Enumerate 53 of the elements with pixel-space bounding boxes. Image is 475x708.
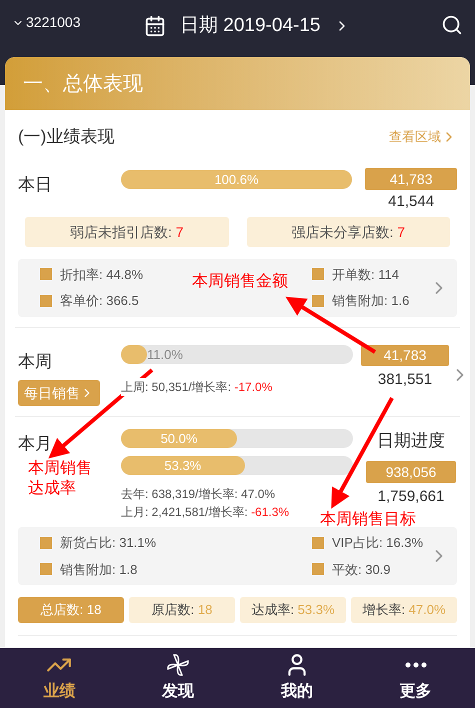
- annotation-text: 本周销售达成率: [28, 459, 93, 499]
- annotation-text: 本周销售目标: [320, 510, 416, 530]
- target-value: 1,759,661: [378, 487, 444, 507]
- subsection-title: (一)业绩表现: [18, 126, 114, 148]
- search-icon[interactable]: [441, 14, 463, 36]
- stat-text: 去年: 638,319/增长率: 47.0%: [121, 485, 276, 503]
- pinwheel-icon: [165, 652, 192, 678]
- percent-label: 11.0%: [147, 346, 183, 364]
- bullet-icon: [312, 268, 324, 280]
- stat-text: 上周: 50,351/增长率: -17.0%: [121, 378, 272, 396]
- target-value: 41,544: [388, 192, 434, 212]
- nav-tab[interactable]: 发现: [118, 648, 238, 708]
- metric-text: 开单数: 114: [332, 266, 399, 284]
- bullet-icon: [40, 294, 52, 307]
- more-icon: [404, 662, 427, 668]
- nav-tab[interactable]: 我的: [238, 648, 356, 708]
- period-label: 本周: [18, 350, 52, 372]
- date-progress-label: 日期进度: [377, 430, 445, 452]
- metric-text: 客单价: 366.5: [60, 292, 139, 310]
- annotation-text: 本周销售金额: [192, 272, 288, 292]
- summary-tab[interactable]: 增长率: 47.0%: [351, 597, 457, 623]
- metric-text: 平效: 30.9: [332, 560, 391, 578]
- section-header: 一、总体表现: [5, 57, 470, 110]
- bullet-icon: [312, 563, 324, 576]
- amount-badge: 41,783: [365, 168, 457, 190]
- percent-label: 50.0%: [160, 430, 198, 448]
- nav-tab[interactable]: 更多: [356, 648, 475, 708]
- metric-text: 销售附加: 1.8: [60, 560, 138, 578]
- metric-text: VIP占比: 16.3%: [332, 534, 424, 552]
- percent-label: 100.6%: [214, 170, 259, 188]
- metrics-panel[interactable]: 新货占比: 31.1% VIP占比: 16.3% 销售附加: 1.8 平效: 30.9: [18, 527, 457, 585]
- metric-text: 销售附加: 1.6: [332, 292, 410, 310]
- period-label: 本日: [18, 174, 53, 196]
- bullet-icon: [312, 294, 324, 307]
- store-count-tag: 强店未分享店数: 7: [246, 216, 450, 246]
- date-selector[interactable]: 日期 2019-04-15: [144, 12, 350, 40]
- bullet-icon: [40, 536, 52, 549]
- nav-tab[interactable]: 业绩: [0, 648, 119, 708]
- bullet-icon: [40, 563, 52, 576]
- metric-text: 新货占比: 31.1%: [60, 534, 156, 552]
- summary-tab[interactable]: 达成率: 53.3%: [240, 597, 346, 623]
- metric-text: 折扣率: 44.8%: [60, 266, 144, 284]
- store-selector[interactable]: 3221003: [12, 12, 132, 33]
- bullet-icon: [40, 268, 52, 280]
- summary-tab[interactable]: 原店数: 18: [129, 597, 235, 623]
- amount-badge: 41,783: [361, 344, 449, 366]
- period-label: 本月: [18, 433, 53, 455]
- percent-label: 53.3%: [164, 457, 202, 475]
- target-value: 381,551: [378, 370, 432, 390]
- bullet-icon: [312, 536, 324, 549]
- calendar-icon: [144, 15, 166, 38]
- amount-badge: 938,056: [366, 461, 456, 483]
- store-count-tag: 弱店未指引店数: 7: [25, 216, 228, 246]
